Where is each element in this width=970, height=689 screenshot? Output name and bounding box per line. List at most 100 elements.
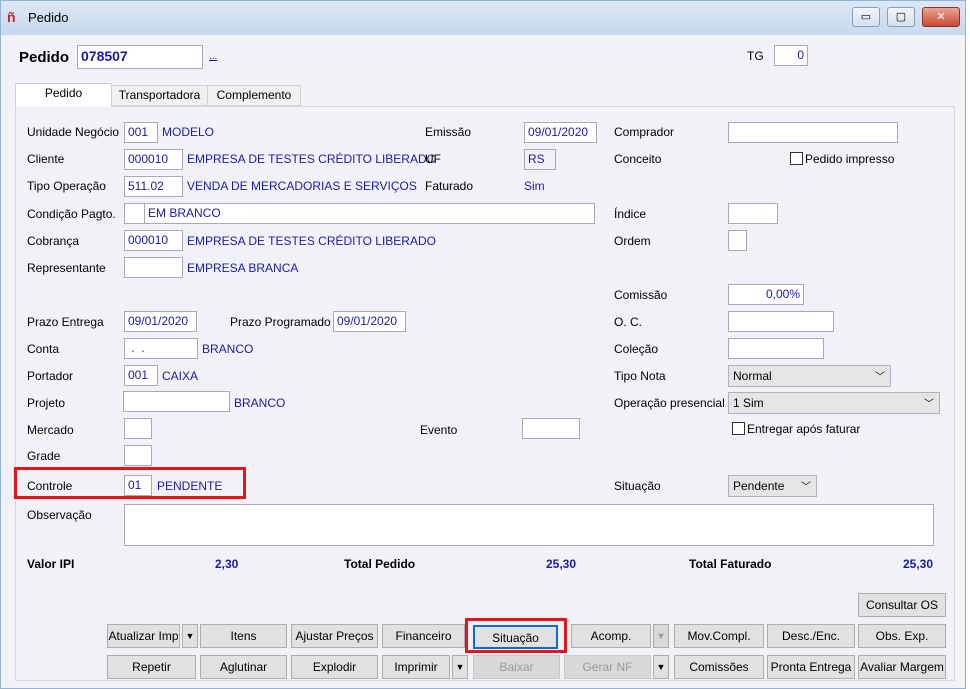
chevron-down-icon: ﹀: [924, 399, 934, 410]
pedido-number-input[interactable]: 078507: [77, 45, 203, 69]
portador-label: Portador: [27, 369, 74, 383]
imprimir-dropdown[interactable]: ▼: [452, 655, 468, 679]
faturado-value: Sim: [524, 179, 545, 193]
emissao-input[interactable]: 09/01/2020: [524, 122, 597, 143]
evento-input[interactable]: [522, 418, 580, 439]
chevron-down-icon: ﹀: [875, 372, 885, 383]
comprador-input[interactable]: [728, 122, 898, 143]
emissao-label: Emissão: [425, 125, 472, 139]
condicao-pagto-label: Condição Pagto.: [27, 207, 116, 221]
prazo-programado-label: Prazo Programado: [230, 315, 331, 329]
explodir-button[interactable]: Explodir: [291, 655, 378, 679]
projeto-input[interactable]: [123, 391, 230, 412]
total-pedido-value: 25,30: [546, 557, 577, 571]
minimize-button[interactable]: ▭: [852, 7, 880, 27]
grade-label: Grade: [27, 449, 61, 463]
tg-input[interactable]: 0: [774, 45, 808, 66]
chevron-down-icon: ﹀: [801, 482, 811, 493]
acomp-dropdown[interactable]: ▼: [653, 624, 669, 648]
valor-ipi-value: 2,30: [215, 557, 239, 571]
situacao-value: Pendente: [733, 479, 785, 493]
pronta-entrega-button[interactable]: Pronta Entrega: [767, 655, 855, 679]
atualizar-imp-button[interactable]: Atualizar Imp: [107, 624, 180, 648]
tg-label: TG: [747, 49, 764, 63]
colecao-input[interactable]: [728, 338, 824, 359]
situacao-label: Situação: [614, 479, 661, 493]
representante-code-input[interactable]: [124, 257, 183, 278]
imprimir-button[interactable]: Imprimir: [382, 655, 450, 679]
comissao-input[interactable]: 0,00%: [728, 284, 804, 305]
oc-input[interactable]: [728, 311, 834, 332]
tipo-nota-label: Tipo Nota: [614, 369, 666, 383]
pedido-lookup-button[interactable]: ...: [209, 51, 217, 62]
controle-label: Controle: [27, 479, 73, 493]
close-button[interactable]: ✕: [922, 7, 960, 27]
unidade-label: Unidade Negócio: [27, 125, 120, 139]
consultar-os-button[interactable]: Consultar OS: [858, 593, 946, 617]
uf-label: UF: [425, 152, 441, 166]
cobranca-label: Cobrança: [27, 234, 80, 248]
evento-label: Evento: [420, 423, 458, 437]
pedido-label: Pedido: [19, 49, 70, 66]
ordem-input[interactable]: [728, 230, 747, 251]
gerar-nf-dropdown[interactable]: ▼: [653, 655, 669, 679]
financeiro-button[interactable]: Financeiro: [382, 624, 465, 648]
controle-code-input[interactable]: 01: [124, 475, 152, 496]
operacao-presencial-select[interactable]: 1 Sim ﹀: [728, 392, 940, 414]
representante-label: Representante: [27, 261, 106, 275]
tab-complemento[interactable]: Complemento: [207, 85, 301, 106]
situacao-button[interactable]: Situação: [473, 625, 558, 649]
cobranca-code-input[interactable]: 000010: [124, 230, 183, 251]
tipo-operacao-name: VENDA DE MERCADORIAS E SERVIÇOS: [187, 179, 417, 193]
aglutinar-button[interactable]: Aglutinar: [200, 655, 287, 679]
mercado-input[interactable]: [124, 418, 152, 439]
grade-input[interactable]: [124, 445, 152, 466]
caret-down-icon: ▼: [455, 662, 465, 672]
prazo-entrega-input[interactable]: 09/01/2020: [124, 311, 197, 332]
observacao-textarea[interactable]: [124, 504, 934, 546]
cliente-label: Cliente: [27, 152, 65, 166]
valor-ipi-label: Valor IPI: [27, 557, 75, 571]
comissoes-button[interactable]: Comissões: [674, 655, 764, 679]
baixar-button[interactable]: Baixar: [473, 655, 560, 679]
maximize-button[interactable]: ▢: [887, 7, 915, 27]
tipo-operacao-label: Tipo Operação: [27, 179, 106, 193]
conceito-label: Conceito: [614, 152, 662, 166]
conta-label: Conta: [27, 342, 60, 356]
comprador-label: Comprador: [614, 125, 675, 139]
pedido-impresso-checkbox[interactable]: [790, 152, 803, 165]
ajustar-precos-button[interactable]: Ajustar Preços: [291, 624, 378, 648]
acomp-button[interactable]: Acomp.: [571, 624, 651, 648]
tipo-nota-select[interactable]: Normal ﹀: [728, 365, 891, 387]
itens-button[interactable]: Itens: [200, 624, 287, 648]
atualizar-imp-dropdown[interactable]: ▼: [182, 624, 198, 648]
situacao-select[interactable]: Pendente ﹀: [728, 475, 817, 497]
total-faturado-value: 25,30: [903, 557, 934, 571]
total-pedido-label: Total Pedido: [344, 557, 416, 571]
tab-transportadora[interactable]: Transportadora: [111, 85, 208, 106]
prazo-programado-input[interactable]: 09/01/2020: [333, 311, 406, 332]
uf-input[interactable]: RS: [524, 149, 556, 170]
conta-input[interactable]: . .: [124, 338, 198, 359]
operacao-presencial-value: 1 Sim: [733, 396, 764, 410]
unidade-code-input[interactable]: 001: [124, 122, 158, 143]
projeto-label: Projeto: [27, 396, 66, 410]
tipo-operacao-input[interactable]: 511.02: [124, 176, 183, 197]
portador-code-input[interactable]: 001: [124, 365, 158, 386]
condicao-pagto-name[interactable]: EM BRANCO: [144, 203, 595, 224]
desc-enc-button[interactable]: Desc./Enc.: [767, 624, 855, 648]
mov-compl-button[interactable]: Mov.Compl.: [674, 624, 764, 648]
avaliar-margem-button[interactable]: Avaliar Margem: [858, 655, 946, 679]
title-bar: ñ Pedido ▭ ▢ ✕: [1, 1, 965, 35]
controle-name: PENDENTE: [157, 479, 223, 493]
entregar-apos-faturar-checkbox[interactable]: [732, 422, 745, 435]
cliente-code-input[interactable]: 000010: [124, 149, 183, 170]
obs-exp-button[interactable]: Obs. Exp.: [858, 624, 946, 648]
prazo-entrega-label: Prazo Entrega: [27, 315, 104, 329]
repetir-button[interactable]: Repetir: [107, 655, 196, 679]
gerar-nf-button[interactable]: Gerar NF: [564, 655, 651, 679]
indice-input[interactable]: [728, 203, 778, 224]
conta-name: BRANCO: [202, 342, 254, 356]
unidade-name: MODELO: [162, 125, 215, 139]
tab-pedido[interactable]: Pedido: [15, 83, 112, 107]
